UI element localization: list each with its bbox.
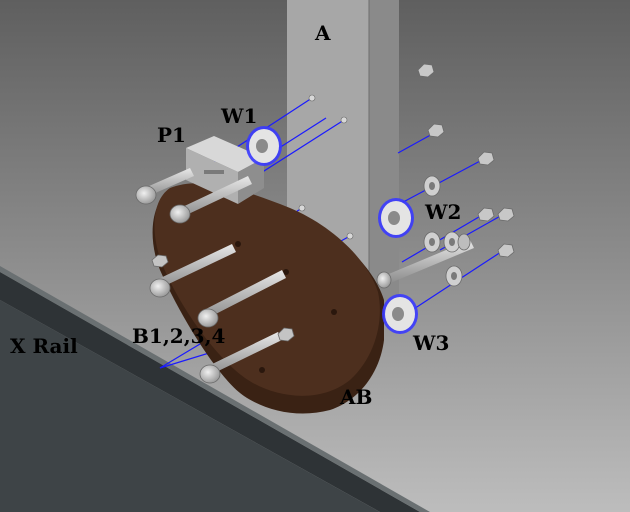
label-w3: W3 (413, 331, 450, 355)
washer (429, 182, 435, 190)
assembly-diagram: A W1 P1 W2 B1,2,3,4 W3 X Rail AB (0, 0, 630, 512)
washer-w1 (246, 126, 282, 166)
label-w1: W1 (221, 104, 258, 128)
washer (429, 238, 435, 246)
label-a: A (315, 21, 331, 45)
label-w2: W2 (425, 200, 462, 224)
label-bolts: B1,2,3,4 (132, 324, 226, 348)
label-ab: AB (340, 385, 373, 409)
washer (457, 233, 471, 251)
exploded-assembly-drawing (0, 0, 630, 512)
washer-w3 (382, 294, 418, 334)
washer (451, 272, 457, 280)
label-p1: P1 (157, 123, 186, 147)
washer-w2 (378, 198, 414, 238)
label-x-rail: X Rail (10, 334, 78, 358)
washer (449, 238, 455, 246)
